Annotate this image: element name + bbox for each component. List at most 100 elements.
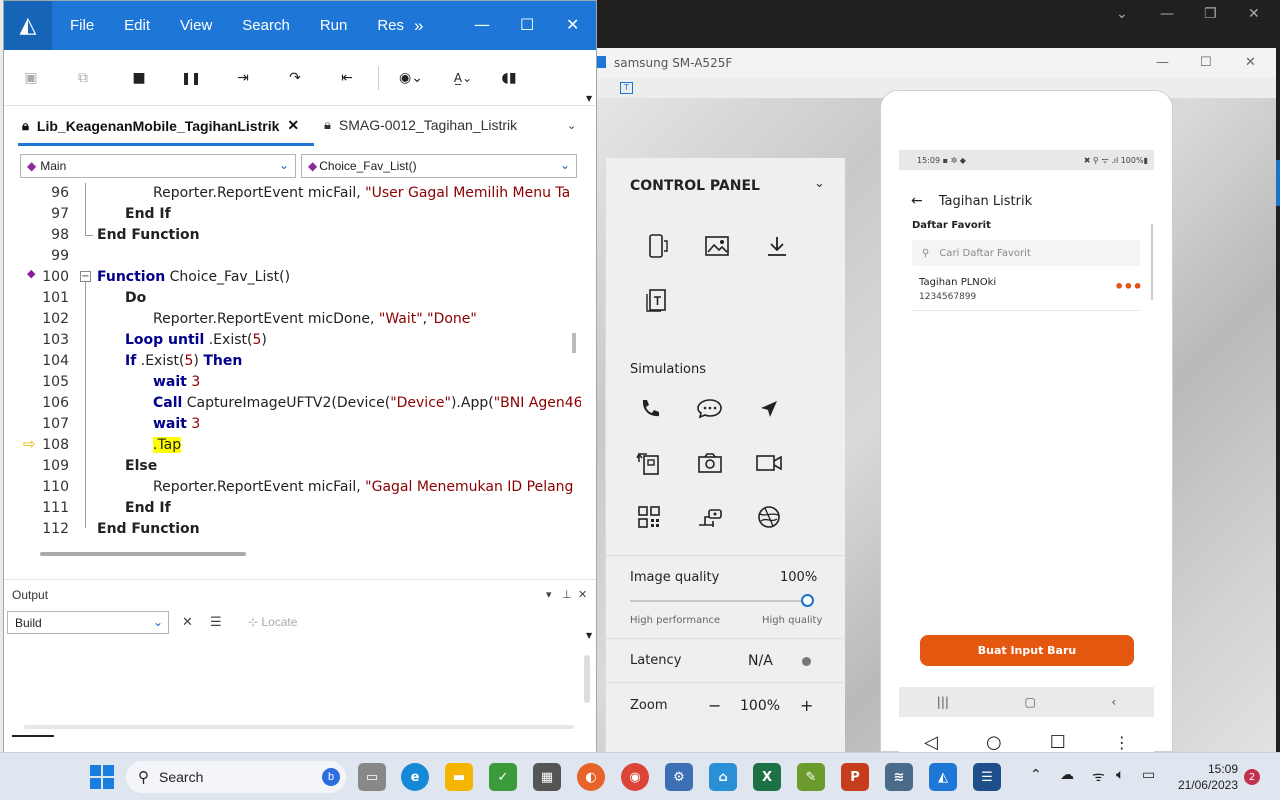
excel-icon[interactable]: X (753, 763, 781, 791)
phone-call-icon[interactable] (632, 392, 666, 426)
maximize-icon[interactable]: ☐ (1200, 55, 1212, 70)
menu-file[interactable]: File (70, 17, 94, 34)
start-button[interactable] (90, 765, 114, 789)
code-editor[interactable]: 96 Reporter.ReportEvent micFail, "User Ga… (21, 183, 581, 545)
uft-taskbar-icon[interactable]: ◭ (929, 763, 957, 791)
overview-square-icon[interactable]: ☐ (1050, 732, 1066, 753)
show-hidden-icons[interactable]: ⌃ (1030, 767, 1042, 783)
pause-icon[interactable]: ❚❚ (180, 68, 202, 88)
output-horizontal-scrollbar[interactable] (24, 725, 574, 729)
recent-apps-icon[interactable]: ||| (937, 695, 949, 709)
object-spy-icon[interactable]: A̲⌄ (446, 68, 480, 88)
pane-menu-icon[interactable]: ▾ (546, 588, 552, 601)
app-icon[interactable]: ▦ (533, 763, 561, 791)
menu-run[interactable]: Run (320, 17, 348, 34)
menu-search[interactable]: Search (242, 17, 290, 34)
breakpoint-gutter[interactable]: ◆ ⇨ (21, 183, 37, 545)
tab-lib-keagenan[interactable]: 🔒︎ Lib_KeagenanMobile_TagihanListrik ✕ (22, 117, 299, 134)
image-icon[interactable] (700, 229, 734, 263)
edge-icon[interactable]: e (401, 763, 429, 791)
clipboard-text-icon[interactable] (640, 283, 674, 317)
wifi-icon[interactable]: ᯤ (1092, 767, 1105, 786)
app-icon[interactable]: ☰ (973, 763, 1001, 791)
maximize-icon[interactable]: ☐ (520, 15, 534, 34)
video-camera-icon[interactable] (752, 446, 786, 480)
notepad-icon[interactable]: ✎ (797, 763, 825, 791)
text-tool-icon[interactable]: T (620, 82, 633, 94)
close-icon[interactable]: ✕ (1248, 6, 1260, 22)
minimize-icon[interactable]: — (474, 15, 490, 34)
module-dropdown[interactable]: ◆ Main ⌄ (20, 154, 296, 178)
close-icon[interactable]: ✕ (578, 588, 587, 601)
zoom-out-button[interactable]: − (708, 696, 721, 715)
camera-icon[interactable] (693, 446, 727, 480)
app-icon[interactable]: ≋ (885, 763, 913, 791)
app-icon[interactable]: ⚙ (665, 763, 693, 791)
step-into-icon[interactable]: ⇥ (232, 68, 254, 88)
taskbar-search[interactable]: ⚲ Search b (126, 761, 346, 793)
task-view-icon[interactable]: ▭ (358, 763, 386, 791)
step-out-icon[interactable]: ⇤ (336, 68, 358, 88)
locate-button[interactable]: ⊹ Locate (248, 615, 297, 629)
output-source-dropdown[interactable]: Build ⌄ (7, 611, 169, 634)
firefox-icon[interactable]: ◐ (577, 763, 605, 791)
volume-icon[interactable]: 🔈︎ (1116, 767, 1124, 783)
network-globe-icon[interactable] (752, 500, 786, 534)
tab-smag-0012[interactable]: 🔒︎ SMAG-0012_Tagihan_Listrik (324, 117, 517, 133)
fold-toggle-icon[interactable]: − (80, 271, 91, 282)
chevron-down-icon[interactable]: ⌄ (1116, 6, 1128, 22)
more-options-icon[interactable]: ••• (1114, 277, 1143, 296)
output-overflow-icon[interactable]: ▼ (586, 631, 592, 640)
qr-code-icon[interactable] (632, 500, 666, 534)
scroll-thumb[interactable] (40, 552, 246, 556)
message-icon[interactable] (693, 392, 727, 426)
menu-view[interactable]: View (180, 17, 212, 34)
create-new-input-button[interactable]: Buat Input Baru (920, 635, 1134, 666)
image-quality-slider-handle[interactable] (801, 594, 814, 607)
stop-icon[interactable]: ■ (128, 68, 150, 88)
favorite-item[interactable]: Tagihan PLNOki 1234567899 ••• (912, 274, 1143, 311)
save-all-icon[interactable]: ⧉ (72, 68, 94, 88)
back-triangle-icon[interactable]: ◁ (924, 732, 938, 753)
favorites-search-input[interactable]: ⚲ Cari Daftar Favorit (912, 240, 1140, 266)
tab-list-icon[interactable]: ⌄ (567, 119, 576, 132)
image-quality-slider[interactable] (630, 600, 808, 602)
home-circle-icon[interactable]: ○ (986, 732, 1002, 753)
tab-close-icon[interactable]: ✕ (287, 117, 299, 134)
step-over-icon[interactable]: ↷ (284, 68, 306, 88)
clear-icon[interactable]: ✕ (182, 615, 193, 630)
insight-icon[interactable]: ◖▮ (498, 68, 520, 88)
onedrive-icon[interactable]: ☁ (1060, 767, 1074, 783)
pin-icon[interactable]: ⊥ (562, 588, 572, 601)
notification-badge[interactable]: 2 (1244, 769, 1260, 785)
camera-switch-icon[interactable] (632, 446, 666, 480)
output-scrollbar[interactable] (584, 655, 590, 703)
menu-overflow-icon[interactable]: » (414, 16, 423, 36)
code-vertical-scrollbar[interactable] (570, 185, 578, 541)
zoom-in-button[interactable]: + (800, 696, 813, 715)
more-vertical-icon[interactable]: ⋮ (1114, 733, 1130, 752)
fingerprint-icon[interactable] (693, 500, 727, 534)
save-icon[interactable]: ▣ (20, 68, 42, 88)
back-chevron-icon[interactable]: ‹ (1111, 695, 1116, 709)
record-icon[interactable]: ◉⌄ (394, 68, 428, 88)
chrome-icon[interactable]: ◉ (621, 763, 649, 791)
home-icon[interactable]: ▢ (1024, 695, 1035, 709)
chevron-down-icon[interactable]: ⌄ (814, 176, 825, 191)
rotate-device-icon[interactable] (640, 229, 674, 263)
location-arrow-icon[interactable] (752, 392, 786, 426)
restore-icon[interactable]: ❐ (1204, 6, 1217, 22)
clock[interactable]: 15:09 21/06/2023 (1176, 761, 1238, 793)
menu-resources[interactable]: Res (377, 17, 404, 34)
function-dropdown[interactable]: ◆ Choice_Fav_List() ⌄ (301, 154, 577, 178)
toolbar-overflow-icon[interactable]: ▼ (586, 94, 592, 103)
powerpoint-icon[interactable]: P (841, 763, 869, 791)
scroll-thumb[interactable] (572, 333, 576, 353)
back-arrow-icon[interactable]: ← (911, 193, 923, 209)
close-icon[interactable]: ✕ (1245, 55, 1256, 70)
close-icon[interactable]: ✕ (566, 15, 579, 34)
battery-icon[interactable]: ▭ (1142, 767, 1155, 783)
word-wrap-icon[interactable]: ☰ (210, 615, 222, 630)
code-horizontal-scrollbar[interactable] (26, 547, 556, 557)
minimize-icon[interactable]: — (1156, 55, 1169, 70)
